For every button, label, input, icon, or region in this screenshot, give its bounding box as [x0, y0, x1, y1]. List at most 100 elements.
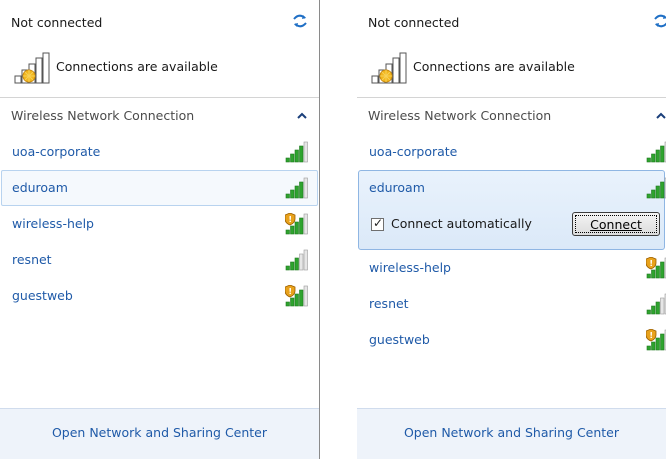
unsecured-signal-icon: ! [285, 285, 308, 307]
signal-bar [285, 157, 290, 163]
unsecured-signal-icon: ! [285, 213, 308, 235]
network-name: wireless-help [369, 260, 451, 275]
signal-bar [299, 181, 304, 199]
signal-bar [651, 341, 656, 351]
signal-bar [303, 249, 308, 271]
signal-bar [299, 253, 304, 271]
signal-bar [285, 265, 290, 271]
refresh-icon[interactable] [291, 12, 309, 30]
network-item[interactable]: eduroam [1, 170, 318, 206]
footer: Open Network and Sharing Center [357, 408, 666, 459]
signal-bar [651, 189, 656, 199]
divider [357, 97, 666, 98]
network-item[interactable]: wireless-help ! [358, 250, 666, 286]
open-network-center-link[interactable]: Open Network and Sharing Center [357, 425, 666, 440]
open-network-center-link[interactable]: Open Network and Sharing Center [0, 425, 319, 440]
signal-strength-icon [646, 177, 666, 199]
signal-bar [646, 345, 651, 351]
network-name: eduroam [12, 180, 68, 195]
signal-bar [655, 265, 660, 279]
warning-mark: ! [288, 215, 292, 224]
network-name: resnet [369, 296, 409, 311]
signal-bar [646, 157, 651, 163]
availability-text: Connections are available [56, 59, 218, 74]
divider [0, 97, 319, 98]
signal-bar [290, 261, 295, 271]
warning-mark: ! [649, 259, 653, 268]
auto-connect-checkbox[interactable]: ✓ [371, 216, 384, 231]
signal-bar [646, 309, 651, 315]
signal-bar [303, 213, 308, 235]
signal-bar [285, 229, 290, 235]
network-list: uoa-corporate eduroam ✓ Connect automati… [357, 134, 666, 358]
signal-bar [303, 141, 308, 163]
section-header: Wireless Network Connection [368, 108, 552, 123]
connection-status-title: Not connected [11, 15, 103, 30]
signal-bar [294, 257, 299, 271]
network-item[interactable]: uoa-corporate [358, 134, 666, 170]
signal-bar [294, 149, 299, 163]
signal-strength-icon [646, 141, 666, 163]
auto-connect-label: Connect automatically [391, 216, 532, 231]
signal-bar [285, 301, 290, 307]
network-name: guestweb [369, 332, 430, 347]
network-item[interactable]: resnet [358, 286, 666, 322]
signal-bar [294, 221, 299, 235]
network-name: resnet [12, 252, 52, 267]
availability-text: Connections are available [413, 59, 575, 74]
chevron-up-icon[interactable] [297, 112, 307, 120]
signal-bar [299, 145, 304, 163]
signal-bar [660, 181, 665, 199]
network-item[interactable]: guestweb ! [1, 278, 318, 314]
refresh-icon[interactable] [652, 12, 666, 30]
signal-bar [655, 337, 660, 351]
network-item-expanded[interactable]: eduroam ✓ Connect automatically Connect [358, 170, 666, 250]
signal-bar [660, 261, 665, 279]
signal-bar [660, 297, 665, 315]
signal-bar [646, 193, 651, 199]
signal-bar [285, 193, 290, 199]
network-item[interactable]: guestweb ! [358, 322, 666, 358]
signal-bar [651, 269, 656, 279]
connect-button[interactable]: Connect [572, 212, 660, 236]
signal-bar [651, 153, 656, 163]
network-name: eduroam [369, 180, 425, 195]
signal-bar [303, 177, 308, 199]
network-name: uoa-corporate [12, 144, 101, 159]
checkmark-icon: ✓ [373, 216, 384, 230]
network-flyout-right: Not connected Connections are available … [357, 0, 666, 459]
signal-bar [660, 333, 665, 351]
network-name: uoa-corporate [369, 144, 458, 159]
unsecured-signal-icon: ! [646, 257, 666, 279]
signal-bar [303, 285, 308, 307]
network-item[interactable]: resnet [1, 242, 318, 278]
network-item[interactable]: wireless-help ! [1, 206, 318, 242]
signal-bar [299, 217, 304, 235]
chevron-up-icon[interactable] [656, 112, 666, 120]
signal-strength-icon [646, 293, 666, 315]
section-header: Wireless Network Connection [11, 108, 195, 123]
footer: Open Network and Sharing Center [0, 408, 319, 459]
network-item[interactable]: uoa-corporate [1, 134, 318, 170]
signal-bar [655, 185, 660, 199]
signal-bar [646, 273, 651, 279]
signal-bar [294, 293, 299, 307]
signal-strength-icon [285, 177, 308, 199]
signal-bar [655, 149, 660, 163]
signal-bar [299, 289, 304, 307]
connection-status-title: Not connected [368, 15, 460, 30]
network-list: uoa-corporate eduroam wireless-help ! re… [0, 134, 319, 314]
signal-bar [655, 301, 660, 315]
signal-bar [290, 297, 295, 307]
signal-bar [290, 153, 295, 163]
signal-bar [290, 225, 295, 235]
signal-bar [294, 185, 299, 199]
signal-bar [651, 305, 656, 315]
warning-mark: ! [649, 331, 653, 340]
network-name: wireless-help [12, 216, 94, 231]
network-status-icon [14, 52, 50, 84]
network-status-icon [371, 52, 407, 84]
unsecured-signal-icon: ! [646, 329, 666, 351]
signal-bar [290, 189, 295, 199]
signal-strength-icon [285, 141, 308, 163]
